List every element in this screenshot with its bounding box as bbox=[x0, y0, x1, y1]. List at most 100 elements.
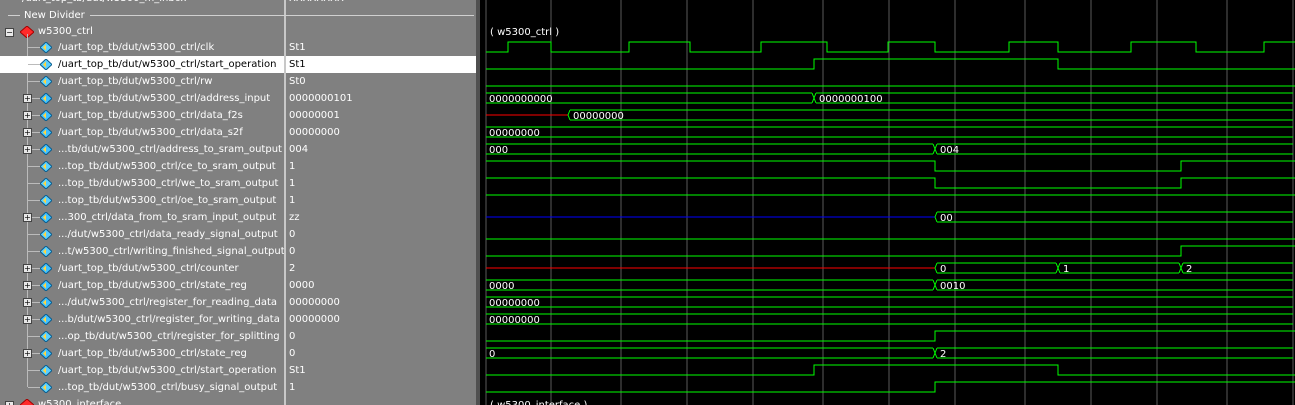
expand-toggle[interactable]: + bbox=[23, 315, 32, 324]
signal-row[interactable]: /uart_top_tb/dut/w5300_ctrl/start_operat… bbox=[0, 362, 284, 379]
signal-value: 0000000101 bbox=[289, 93, 353, 104]
bottom-group-wave-label: ( w5300_interface ) bbox=[490, 400, 587, 405]
signal-row[interactable]: + /uart_top_tb/dut/w5300_ctrl/state_reg bbox=[0, 277, 284, 294]
signal-icon bbox=[39, 194, 53, 207]
signal-row[interactable]: /uart_top_tb/dut/w5300_ctrl/start_operat… bbox=[0, 56, 284, 73]
signal-name: /uart_top_tb/dut/w5300_ctrl/data_s2f bbox=[58, 127, 243, 138]
expand-toggle[interactable]: + bbox=[23, 111, 32, 120]
wave-state-reg-2 bbox=[937, 347, 1293, 359]
wave-state-reg-label: 0000 bbox=[489, 281, 514, 292]
signal-row[interactable]: /uart_top_tb/dut/w5300_ctrl/rw bbox=[0, 73, 284, 90]
wave-counter bbox=[1055, 262, 1059, 274]
divider-line bbox=[90, 15, 474, 16]
signal-name: /uart_top_tb/dut/w5300_ctrl/start_operat… bbox=[58, 365, 277, 376]
signal-row[interactable]: + ...tb/dut/w5300_ctrl/address_to_sram_ou… bbox=[0, 141, 284, 158]
expand-toggle[interactable]: + bbox=[23, 298, 32, 307]
wave-data-f2s bbox=[567, 109, 571, 121]
signal-name: .../dut/w5300_ctrl/register_for_reading_… bbox=[58, 297, 278, 308]
group-row-w5300-interface[interactable]: + w5300_interface bbox=[0, 396, 284, 405]
collapse-toggle[interactable]: − bbox=[5, 28, 14, 37]
wave-clk bbox=[486, 41, 1295, 53]
wave-register-splitting bbox=[486, 330, 1295, 342]
wave-window: /uart_top_tb/dut/w5300_m_inbox − w5300_ctr… bbox=[0, 0, 1295, 405]
signal-name: ...op_tb/dut/w5300_ctrl/register_for_spl… bbox=[58, 331, 280, 342]
wave-state-reg-2 bbox=[486, 347, 933, 359]
signal-row-top[interactable]: /uart_top_tb/dut/w5300_m_inbox bbox=[0, 0, 284, 7]
signal-row[interactable]: /uart_top_tb/dut/w5300_ctrl/clk bbox=[0, 39, 284, 56]
wave-state-reg bbox=[937, 279, 1293, 291]
signal-name: .../dut/w5300_ctrl/data_ready_signal_out… bbox=[58, 229, 278, 240]
waveform-canvas[interactable]: ( w5300_ctrl )0000000000 0000000100000000… bbox=[480, 0, 1295, 405]
signal-value: 00000001 bbox=[289, 110, 340, 121]
wave-data-f2s bbox=[570, 109, 1293, 121]
signal-value: XXXXXXXX bbox=[286, 0, 476, 7]
signal-row[interactable]: .../dut/w5300_ctrl/data_ready_signal_out… bbox=[0, 226, 284, 243]
new-divider[interactable]: New Divider bbox=[0, 7, 476, 24]
tree-line bbox=[28, 183, 40, 184]
signal-row[interactable]: + /uart_top_tb/dut/w5300_ctrl/data_f2s bbox=[0, 107, 284, 124]
signal-name: ...top_tb/dut/w5300_ctrl/oe_to_sram_outp… bbox=[58, 195, 277, 206]
signal-row[interactable]: + /uart_top_tb/dut/w5300_ctrl/address_inp… bbox=[0, 90, 284, 107]
expand-toggle[interactable]: + bbox=[23, 145, 32, 154]
wave-address-input-label: 0000000000 bbox=[489, 94, 553, 105]
wave-address-input bbox=[816, 92, 1293, 104]
wave-counter-label: 1 bbox=[1063, 264, 1069, 275]
signal-name: ...tb/dut/w5300_ctrl/address_to_sram_out… bbox=[58, 144, 282, 155]
signal-value: 0 bbox=[289, 348, 296, 359]
wave-state-reg bbox=[934, 279, 938, 291]
wave-data-s2f-label: 00000000 bbox=[489, 128, 540, 139]
expand-toggle[interactable]: + bbox=[5, 401, 14, 405]
signal-name: /uart_top_tb/dut/w5300_ctrl/address_inpu… bbox=[58, 93, 271, 104]
bus-signal-icon bbox=[39, 279, 53, 292]
signal-icon bbox=[39, 245, 53, 258]
tree-line bbox=[28, 47, 40, 48]
wave-counter bbox=[1180, 262, 1184, 274]
wave-address-to-sram-label: 000 bbox=[489, 145, 508, 156]
signal-row[interactable]: + /uart_top_tb/dut/w5300_ctrl/state_reg bbox=[0, 345, 284, 362]
wave-counter bbox=[1178, 262, 1182, 274]
expand-toggle[interactable]: + bbox=[23, 349, 32, 358]
signal-value: 1 bbox=[289, 178, 296, 189]
signal-row[interactable]: + .../dut/w5300_ctrl/register_for_reading… bbox=[0, 294, 284, 311]
wave-state-reg bbox=[486, 279, 933, 291]
wave-address-input bbox=[813, 92, 817, 104]
signal-value: 1 bbox=[289, 161, 296, 172]
group-row-w5300-ctrl[interactable]: − w5300_ctrl bbox=[0, 23, 284, 40]
wave-start-operation bbox=[486, 58, 1295, 70]
wave-state-reg-2-label: 2 bbox=[940, 349, 946, 360]
signal-row[interactable]: + ...300_ctrl/data_from_to_sram_input_out… bbox=[0, 209, 284, 226]
signal-row[interactable]: + ...b/dut/w5300_ctrl/register_for_writin… bbox=[0, 311, 284, 328]
signal-name: /uart_top_tb/dut/w5300_ctrl/start_operat… bbox=[58, 59, 277, 70]
bus-signal-icon bbox=[39, 313, 53, 326]
signal-name: /uart_top_tb/dut/w5300_ctrl/data_f2s bbox=[58, 110, 243, 121]
signal-row[interactable]: ...top_tb/dut/w5300_ctrl/we_to_sram_outp… bbox=[0, 175, 284, 192]
signal-row[interactable]: + /uart_top_tb/dut/w5300_ctrl/counter bbox=[0, 260, 284, 277]
tree-line bbox=[28, 81, 40, 82]
expand-toggle[interactable]: + bbox=[23, 94, 32, 103]
tree-line bbox=[28, 387, 40, 388]
bus-signal-icon bbox=[39, 347, 53, 360]
signal-icon bbox=[39, 75, 53, 88]
signal-icon bbox=[39, 160, 53, 173]
signal-name: /uart_top_tb/dut/w5300_ctrl/clk bbox=[58, 42, 215, 53]
expand-toggle[interactable]: + bbox=[23, 213, 32, 222]
wave-counter bbox=[1183, 262, 1293, 274]
group-label: w5300_interface bbox=[38, 399, 122, 405]
waveform-panel[interactable]: ( w5300_ctrl ) 0000000000 0000000100 000000… bbox=[476, 0, 1295, 405]
signal-row[interactable]: ...t/w5300_ctrl/writing_finished_signal_… bbox=[0, 243, 284, 260]
wave-we bbox=[486, 177, 1295, 189]
wave-address-input-label: 0000000100 bbox=[819, 94, 883, 105]
signal-row[interactable]: + /uart_top_tb/dut/w5300_ctrl/data_s2f bbox=[0, 124, 284, 141]
signal-row[interactable]: ...op_tb/dut/w5300_ctrl/register_for_spl… bbox=[0, 328, 284, 345]
signal-row[interactable]: ...top_tb/dut/w5300_ctrl/oe_to_sram_outp… bbox=[0, 192, 284, 209]
group-wave-label: ( w5300_ctrl ) bbox=[490, 27, 559, 38]
expand-toggle[interactable]: + bbox=[23, 281, 32, 290]
expand-toggle[interactable]: + bbox=[23, 128, 32, 137]
wave-state-reg bbox=[932, 279, 936, 291]
expand-toggle[interactable]: + bbox=[23, 264, 32, 273]
signal-name: ...b/dut/w5300_ctrl/register_for_writing… bbox=[58, 314, 280, 325]
signal-name: ...top_tb/dut/w5300_ctrl/busy_signal_out… bbox=[58, 382, 278, 393]
signal-icon bbox=[39, 41, 53, 54]
signal-row[interactable]: ...top_tb/dut/w5300_ctrl/ce_to_sram_outp… bbox=[0, 158, 284, 175]
signal-row[interactable]: ...top_tb/dut/w5300_ctrl/busy_signal_out… bbox=[0, 379, 284, 396]
